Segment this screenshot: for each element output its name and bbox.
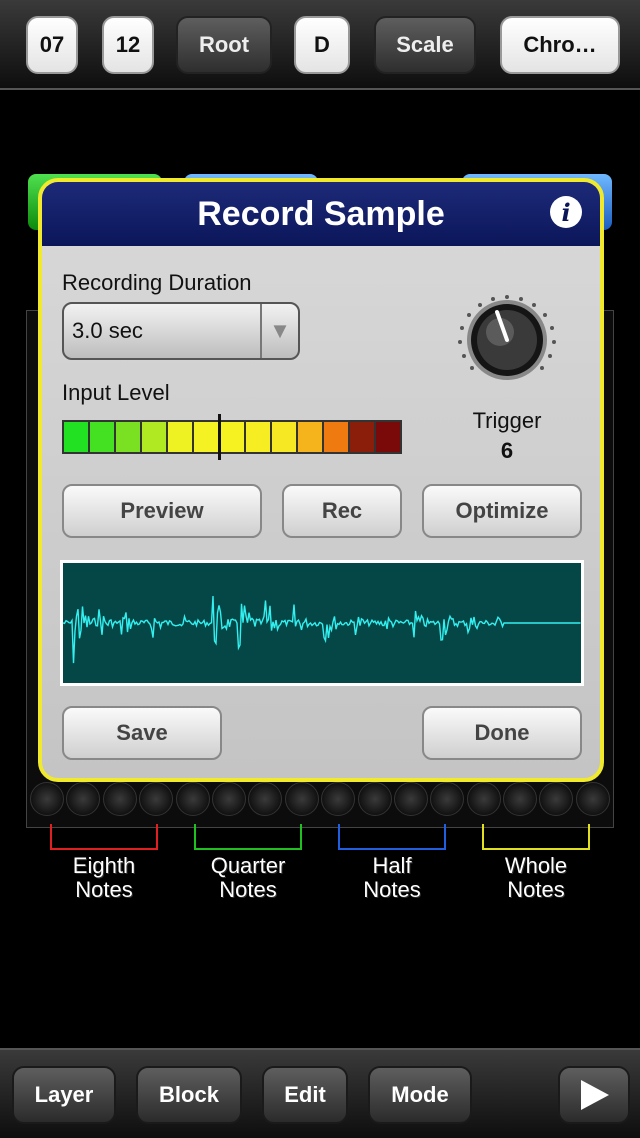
recording-duration-label: Recording Duration bbox=[62, 270, 252, 295]
play-icon bbox=[581, 1080, 609, 1110]
step-dot[interactable] bbox=[102, 782, 137, 816]
eighth-notes-label: Eighth Notes bbox=[72, 853, 136, 902]
scale-value[interactable]: Chro… bbox=[500, 16, 620, 74]
root-value[interactable]: D bbox=[294, 16, 350, 74]
trigger-threshold-marker bbox=[218, 414, 221, 460]
save-button[interactable]: Save bbox=[62, 706, 222, 760]
half-notes-bracket bbox=[338, 824, 446, 850]
scale-button[interactable]: Scale bbox=[374, 16, 476, 74]
waveform-trace bbox=[62, 595, 581, 664]
dropdown-arrow-icon: ▼ bbox=[260, 304, 298, 358]
record-sample-dialog: Record Sample i Recording Duration 3.0 s… bbox=[38, 178, 604, 782]
waveform-display bbox=[60, 560, 584, 686]
trigger-value: 6 bbox=[500, 438, 514, 463]
step-dot[interactable] bbox=[30, 782, 64, 816]
step-dot[interactable] bbox=[321, 782, 356, 816]
step-dot[interactable] bbox=[248, 782, 283, 816]
dialog-header: Record Sample i bbox=[42, 182, 600, 246]
step-dots-row bbox=[30, 782, 610, 822]
bottom-toolbar: Layer Block Edit Mode bbox=[0, 1048, 640, 1138]
step-dot[interactable] bbox=[539, 782, 574, 816]
step-dot[interactable] bbox=[466, 782, 501, 816]
edit-button[interactable]: Edit bbox=[262, 1066, 348, 1124]
step-dot[interactable] bbox=[575, 782, 610, 816]
step-dot[interactable] bbox=[139, 782, 174, 816]
preview-button[interactable]: Preview bbox=[62, 484, 262, 538]
quarter-notes-bracket bbox=[194, 824, 302, 850]
dialog-title: Record Sample bbox=[197, 194, 445, 233]
optimize-button[interactable]: Optimize bbox=[422, 484, 582, 538]
input-level-meter bbox=[62, 420, 402, 454]
rec-button[interactable]: Rec bbox=[282, 484, 402, 538]
info-icon[interactable]: i bbox=[550, 196, 582, 228]
top-toolbar: 07 12 Root D Scale Chro… bbox=[0, 0, 640, 90]
quarter-notes-label: Quarter Notes bbox=[210, 853, 286, 902]
mode-button[interactable]: Mode bbox=[368, 1066, 472, 1124]
input-level-label: Input Level bbox=[62, 380, 170, 405]
half-notes-label: Half Notes bbox=[363, 853, 421, 902]
root-button[interactable]: Root bbox=[176, 16, 272, 74]
step-dot[interactable] bbox=[357, 782, 392, 816]
step-dot[interactable] bbox=[393, 782, 428, 816]
recording-duration-value: 3.0 sec bbox=[72, 318, 143, 343]
step-dot[interactable] bbox=[284, 782, 319, 816]
done-button[interactable]: Done bbox=[422, 706, 582, 760]
trigger-knob-icon[interactable] bbox=[442, 282, 572, 392]
step-dot[interactable] bbox=[66, 782, 101, 816]
step-dot[interactable] bbox=[211, 782, 246, 816]
step-dot[interactable] bbox=[175, 782, 210, 816]
eighth-notes-bracket bbox=[50, 824, 158, 850]
trigger-label: Trigger bbox=[472, 408, 542, 433]
step-dot[interactable] bbox=[430, 782, 465, 816]
toolbar-value-2[interactable]: 12 bbox=[102, 16, 154, 74]
step-dot[interactable] bbox=[503, 782, 538, 816]
waveform bbox=[62, 595, 581, 664]
layer-button[interactable]: Layer bbox=[12, 1066, 116, 1124]
whole-notes-label: Whole Notes bbox=[504, 853, 568, 902]
recording-duration-select[interactable]: 3.0 sec ▼ bbox=[62, 302, 300, 360]
block-button[interactable]: Block bbox=[136, 1066, 242, 1124]
toolbar-value-1[interactable]: 07 bbox=[26, 16, 78, 74]
play-button[interactable] bbox=[558, 1066, 630, 1124]
whole-notes-bracket bbox=[482, 824, 590, 850]
